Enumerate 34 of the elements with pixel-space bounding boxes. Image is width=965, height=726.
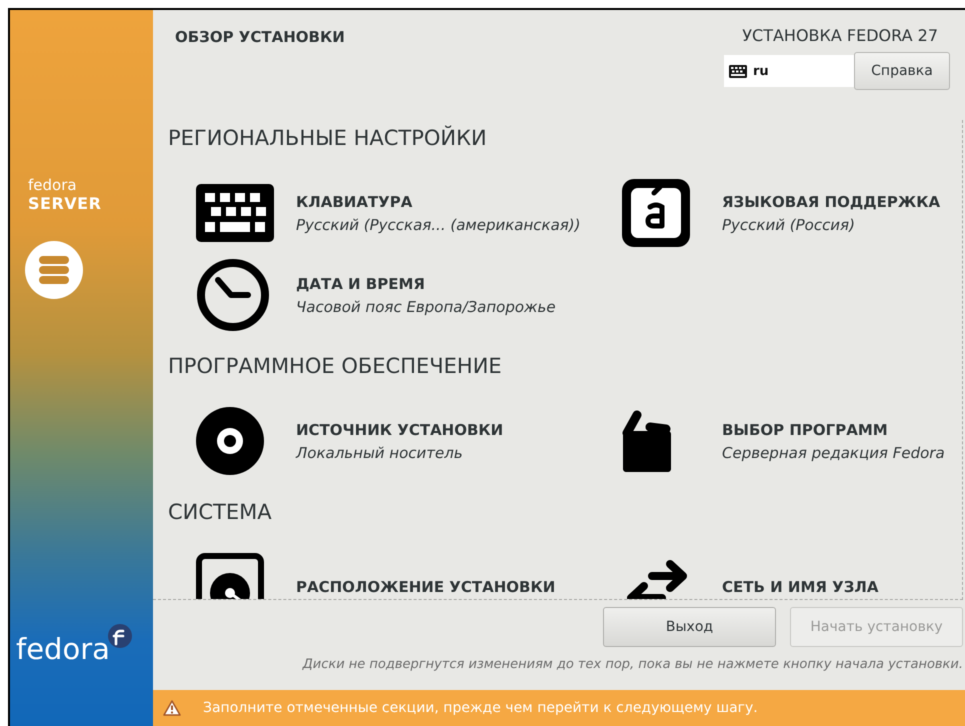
page-title: ОБЗОР УСТАНОВКИ — [175, 28, 345, 48]
section-heading: РЕГИОНАЛЬНЫЕ НАСТРОЙКИ — [168, 124, 488, 152]
spoke-title[interactable]: ЯЗЫКОВАЯ ПОДДЕРЖКА — [722, 192, 940, 210]
notice-text: Диски не подвергнутся изменениям до тех пор, пока вы не нажмете кнопку начала установки. — [301, 656, 964, 672]
keyboard-layout-indicator[interactable]: ru — [724, 55, 854, 87]
accented-letter-icon[interactable] — [622, 179, 690, 247]
spoke-title[interactable]: КЛАВИАТУРА — [296, 192, 581, 210]
spoke-title[interactable]: СЕТЬ И ИМЯ УЗЛА — [722, 578, 878, 596]
warning-text: Заполните отмеченные секции, прежде чем перейти к следующему шагу. — [203, 700, 758, 716]
quit-button[interactable]: Выход — [603, 607, 776, 647]
spoke-status: Часовой пояс Европа/Запорожье — [296, 298, 556, 316]
spoke-status: Русский (Русская... (американская)) — [296, 216, 581, 234]
spoke-title[interactable]: РАСПОЛОЖЕНИЕ УСТАНОВКИ — [296, 578, 556, 596]
package-icon[interactable] — [622, 409, 672, 473]
warning-icon — [163, 700, 181, 716]
spoke-title[interactable]: ИСТОЧНИК УСТАНОВКИ — [296, 420, 504, 438]
infinity-logo-icon — [108, 624, 132, 648]
server-icon — [25, 241, 83, 299]
spoke-status: Локальный носитель — [296, 444, 464, 462]
section-heading: СИСТЕМА — [168, 499, 273, 526]
logo-wordmark: fedora — [16, 632, 110, 666]
spoke-title[interactable]: ДАТА И ВРЕМЯ — [296, 274, 556, 292]
disc-icon[interactable] — [196, 407, 264, 475]
edition-name: SERVER — [28, 194, 102, 214]
product-title: УСТАНОВКА FEDORA 27 — [742, 26, 938, 45]
help-button[interactable]: Справка — [854, 52, 950, 90]
section-heading: ПРОГРАММНОЕ ОБЕСПЕЧЕНИЕ — [168, 353, 503, 380]
keyboard-icon[interactable] — [196, 184, 274, 242]
spoke-status: Серверная редакция Fedora — [722, 444, 945, 462]
clock-icon[interactable] — [196, 258, 270, 332]
keyboard-icon — [729, 64, 747, 78]
brand-name: fedora — [28, 176, 78, 194]
spoke-status: Русский (Россия) — [722, 216, 856, 234]
spoke-title[interactable]: ВЫБОР ПРОГРАММ — [722, 420, 945, 438]
